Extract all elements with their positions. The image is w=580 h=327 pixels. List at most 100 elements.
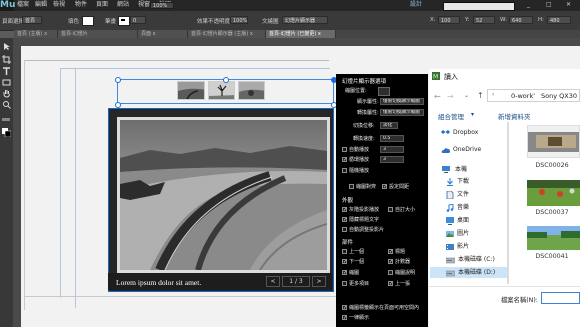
- shuffle-checkbox[interactable]: [342, 168, 347, 173]
- workspace-label[interactable]: 設計: [410, 1, 422, 9]
- nav-music[interactable]: 音樂: [457, 204, 469, 212]
- menu-object[interactable]: 物件: [75, 1, 87, 9]
- thumbnail-3[interactable]: [238, 81, 265, 100]
- switch-select[interactable]: 淡化: [380, 122, 398, 129]
- forward-arrow-icon[interactable]: →: [447, 92, 454, 101]
- tab-home-slideshow[interactable]: 首頁-幻燈片: [58, 30, 138, 38]
- file-name-3[interactable]: DSC00041: [527, 253, 577, 260]
- display-select[interactable]: 僅限切換顯示縮圖: [380, 98, 424, 105]
- menu-site[interactable]: 網站: [117, 1, 129, 9]
- nav-desktop[interactable]: 桌面: [457, 217, 469, 225]
- filename-input[interactable]: [541, 292, 580, 304]
- slideshow-photo[interactable]: [117, 117, 330, 273]
- thumb-position-select[interactable]: [378, 87, 390, 96]
- y-field[interactable]: 52: [473, 16, 495, 24]
- file-name-2[interactable]: DSC00037: [527, 209, 577, 216]
- tab-slideshow-master[interactable]: 首頁-幻燈片顯示器 (主版) x: [188, 30, 266, 38]
- file-thumb-dsc00041[interactable]: [527, 226, 580, 250]
- autoplay-field[interactable]: 3: [380, 146, 404, 153]
- thumbnail-1[interactable]: [177, 81, 205, 100]
- path-segment-2[interactable]: Sony QX30: [541, 92, 577, 100]
- thumbnail-2[interactable]: [208, 81, 235, 100]
- spacing-checkbox[interactable]: ✓: [382, 184, 387, 190]
- part-check-4[interactable]: ✓: [388, 259, 393, 265]
- part-check-3[interactable]: ✓: [342, 259, 347, 265]
- speed-field[interactable]: 0.5: [380, 135, 404, 142]
- appear-check-4[interactable]: [342, 227, 347, 232]
- loop-checkbox[interactable]: ✓: [342, 157, 347, 163]
- crop-tool-icon[interactable]: [2, 55, 11, 64]
- widget-type-select[interactable]: 幻燈片顯示器: [282, 16, 328, 24]
- tab-slideshow-changed[interactable]: 首頁-幻燈片 (已變更) x: [266, 30, 336, 38]
- nav-videos[interactable]: 影片: [457, 243, 469, 251]
- x-field[interactable]: 100: [438, 16, 460, 24]
- file-name-1[interactable]: DSC00026: [527, 162, 577, 169]
- file-thumb-dsc00026[interactable]: [527, 125, 580, 158]
- nav-onedrive[interactable]: OneDrive: [453, 146, 481, 154]
- opacity-field[interactable]: 100%: [230, 16, 248, 24]
- part-label-1: 上一個: [349, 249, 365, 255]
- tab-home-master[interactable]: 首頁 (主版) x: [14, 30, 58, 38]
- w-field[interactable]: 640: [509, 16, 533, 24]
- slideshow-caption[interactable]: Lorem ipsum dolor sit amet.: [116, 278, 201, 287]
- zoom-select[interactable]: 100%: [150, 2, 174, 9]
- tab-page[interactable]: 頁面 x: [138, 30, 188, 38]
- menu-page[interactable]: 頁面: [96, 1, 108, 9]
- organize-button[interactable]: 組合管理: [438, 111, 464, 121]
- part-check-8[interactable]: ✓: [388, 281, 393, 287]
- nav-scrollbar[interactable]: [507, 122, 509, 284]
- zoom-tool-icon[interactable]: [2, 100, 11, 109]
- selection-handle-top-left[interactable]: [115, 77, 121, 83]
- bottom-check-2[interactable]: ✓: [342, 315, 347, 321]
- nav-documents[interactable]: 文件: [457, 191, 469, 199]
- text-tool-icon[interactable]: [2, 67, 11, 76]
- page-edge-top: [24, 60, 329, 61]
- top-right-field[interactable]: [443, 2, 515, 11]
- stroke-width-field[interactable]: 0: [130, 16, 146, 24]
- prev-button[interactable]: <: [266, 276, 280, 287]
- selection-tool-icon[interactable]: [2, 42, 11, 51]
- menu-view[interactable]: 檢視: [53, 1, 65, 9]
- selection-handle-top[interactable]: [223, 77, 229, 83]
- path-segment-1[interactable]: 0-work: [511, 92, 533, 100]
- part-check-1[interactable]: [342, 249, 347, 254]
- nav-dropbox[interactable]: Dropbox: [453, 129, 478, 137]
- part-check-7[interactable]: [342, 281, 347, 286]
- h-field[interactable]: 480: [547, 16, 571, 24]
- new-folder-button[interactable]: 新增資料夾: [498, 111, 531, 121]
- nav-drive-d[interactable]: 本機磁碟 (D:): [458, 269, 495, 277]
- transition-select[interactable]: 僅限切換顯示縮圖: [380, 109, 424, 116]
- loop-field[interactable]: 3: [380, 156, 404, 163]
- stroke-swatch[interactable]: [118, 16, 130, 26]
- hand-tool-icon[interactable]: [2, 89, 11, 98]
- part-check-2[interactable]: ✓: [388, 249, 393, 255]
- menu-window[interactable]: 視窗: [138, 1, 150, 9]
- page-select[interactable]: 首頁: [22, 16, 42, 24]
- part-check-6[interactable]: [388, 270, 393, 275]
- menu-file[interactable]: 檔案: [17, 1, 29, 9]
- color-swatch-icon[interactable]: [2, 128, 11, 137]
- appear-check-2[interactable]: [388, 207, 393, 212]
- nav-this-pc[interactable]: 本機: [455, 166, 467, 174]
- back-arrow-icon[interactable]: ←: [434, 92, 441, 101]
- menu-edit[interactable]: 編輯: [35, 1, 47, 9]
- up-arrow-icon[interactable]: ↑: [477, 91, 484, 100]
- autoplay-checkbox[interactable]: [342, 147, 347, 152]
- organize-dropdown-icon[interactable]: ▾: [471, 111, 474, 118]
- bottom-check-1[interactable]: ✓: [342, 305, 347, 311]
- recent-dropdown-icon[interactable]: ⌄: [464, 92, 469, 99]
- minimize-button[interactable]: _: [527, 1, 530, 9]
- file-thumb-dsc00037[interactable]: [527, 180, 580, 206]
- maximize-button[interactable]: □: [546, 1, 552, 9]
- next-button[interactable]: >: [312, 276, 326, 287]
- appear-check-3[interactable]: ✓: [342, 217, 347, 223]
- part-check-5[interactable]: ✓: [342, 270, 347, 276]
- nav-pictures[interactable]: 圖片: [457, 230, 469, 238]
- fill-swatch[interactable]: [82, 16, 94, 26]
- thumb-align-checkbox[interactable]: [349, 184, 354, 189]
- nav-downloads[interactable]: 下載: [457, 178, 469, 186]
- nav-drive-c[interactable]: 本機磁碟 (C:): [458, 256, 495, 264]
- rectangle-tool-icon[interactable]: [2, 78, 11, 87]
- close-button[interactable]: ✕: [566, 1, 571, 9]
- appear-check-1[interactable]: ✓: [342, 207, 347, 213]
